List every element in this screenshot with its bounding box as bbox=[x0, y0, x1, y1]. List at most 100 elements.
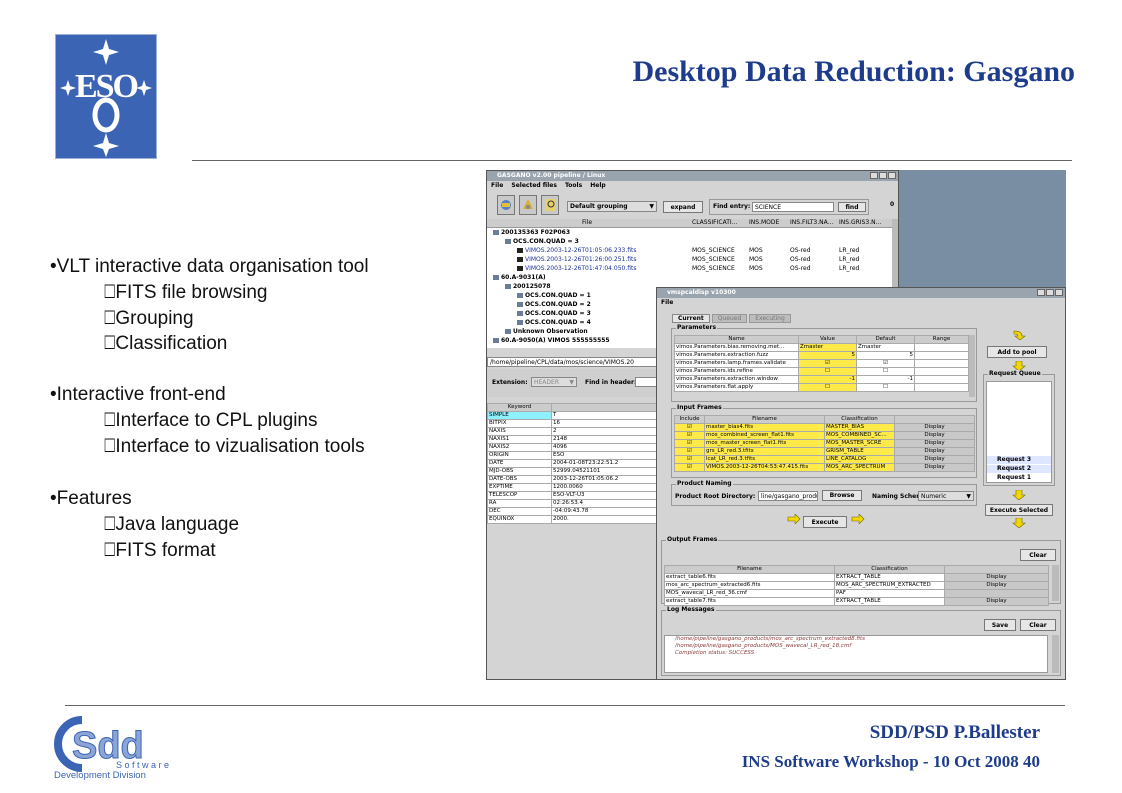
display-button[interactable]: Display bbox=[894, 463, 975, 472]
clear-log-button[interactable]: Clear bbox=[1020, 619, 1056, 631]
header-row[interactable]: MJD-OBS 52999.04521101 bbox=[487, 467, 663, 476]
save-log-button[interactable]: Save bbox=[984, 619, 1016, 631]
params-scrollbar[interactable] bbox=[969, 335, 975, 397]
include-checkbox[interactable]: ☑ bbox=[674, 455, 705, 464]
output-scrollbar[interactable] bbox=[1052, 565, 1059, 601]
tree-node[interactable]: VIMOS.2003-12-26T01:26:00.251.fits MOS_SC… bbox=[487, 255, 892, 264]
include-checkbox[interactable]: ☑ bbox=[674, 439, 705, 448]
queue-item[interactable]: Request 1 bbox=[987, 474, 1051, 482]
display-button[interactable]: Display bbox=[894, 455, 975, 464]
param-cell[interactable]: Zmaster bbox=[798, 343, 857, 352]
maximize-button[interactable] bbox=[1046, 289, 1054, 296]
param-cell[interactable]: -1 bbox=[798, 375, 857, 384]
header-row[interactable]: NAXIS2 4096 bbox=[487, 443, 663, 452]
header-row[interactable]: NAXIS1 2148 bbox=[487, 435, 663, 444]
menu-file[interactable]: File bbox=[661, 299, 673, 306]
close-button[interactable] bbox=[888, 172, 896, 179]
header-row[interactable]: DEC -04:09:43.78 bbox=[487, 507, 663, 516]
tree-node[interactable]: OCS.CON.QUAD = 3 bbox=[487, 237, 892, 246]
add-to-pool-button[interactable]: Add to pool bbox=[987, 346, 1047, 358]
include-checkbox[interactable]: ☑ bbox=[674, 447, 705, 456]
include-checkbox[interactable]: ☑ bbox=[674, 463, 705, 472]
input-frame-row[interactable]: ☑ lcat_LR_red.3.tfits LINE_CATALOG Display bbox=[674, 455, 975, 464]
menu-tools[interactable]: Tools bbox=[565, 182, 582, 189]
col-ins-filt3[interactable]: INS.FILT3.NA... bbox=[790, 219, 833, 226]
output-frame-row[interactable]: extract_table7.fits EXTRACT_TABLE Display bbox=[664, 597, 1049, 606]
tab-queued[interactable]: Queued bbox=[711, 314, 748, 323]
param-row[interactable]: vimos.Parameters.lamp.frames.validate ☑ ☑ bbox=[674, 359, 969, 368]
param-cell[interactable]: ☐ bbox=[798, 367, 857, 376]
grouping-select[interactable]: Default grouping ▼ bbox=[567, 201, 657, 212]
header-row[interactable]: NAXIS 2 bbox=[487, 427, 663, 436]
tool-icon-2[interactable] bbox=[519, 195, 537, 215]
header-row[interactable]: ORIGIN ESO bbox=[487, 451, 663, 460]
menu-file[interactable]: File bbox=[491, 182, 503, 189]
input-frame-row[interactable]: ☑ master_bias4.fits MASTER_BIAS Display bbox=[674, 423, 975, 432]
header-row[interactable]: SIMPLE T bbox=[487, 411, 663, 420]
param-row[interactable]: vimos.Parameters.extraction.fuzz 5 5 bbox=[674, 351, 969, 360]
output-frame-row[interactable]: MOS_wavecal_LR_red_36.cmf PAF bbox=[664, 589, 1049, 598]
display-button[interactable] bbox=[944, 589, 1049, 598]
header-row[interactable]: RA 02:26:53.4 bbox=[487, 499, 663, 508]
display-button[interactable]: Display bbox=[944, 597, 1049, 606]
queue-item[interactable]: Request 2 bbox=[987, 465, 1051, 473]
input-frame-row[interactable]: ☑ VIMOS.2003-12-26T04:53:47.415.fits MOS_A… bbox=[674, 463, 975, 472]
header-row[interactable]: BITPIX 16 bbox=[487, 419, 663, 428]
menu-help[interactable]: Help bbox=[590, 182, 605, 189]
tool-icon-3[interactable] bbox=[541, 195, 559, 215]
param-cell[interactable]: 5 bbox=[798, 351, 857, 360]
tree-node[interactable]: 60.A-9031(A) bbox=[487, 273, 892, 282]
display-button[interactable]: Display bbox=[894, 447, 975, 456]
naming-scheme-select[interactable]: Numeric ▼ bbox=[918, 491, 974, 501]
clear-output-button[interactable]: Clear bbox=[1020, 549, 1056, 561]
col-file[interactable]: File bbox=[582, 219, 592, 226]
minimize-button[interactable] bbox=[1037, 289, 1045, 296]
tree-node[interactable]: VIMOS.2003-12-26T01:47:04.050.fits MOS_SC… bbox=[487, 264, 892, 273]
param-row[interactable]: vimos.Parameters.ids.refine ☐ ☐ bbox=[674, 367, 969, 376]
log-scrollbar[interactable] bbox=[1052, 635, 1059, 673]
tab-current[interactable]: Current bbox=[672, 314, 710, 323]
execute-selected-button[interactable]: Execute Selected bbox=[985, 504, 1053, 516]
include-checkbox[interactable]: ☑ bbox=[674, 431, 705, 440]
input-frame-row[interactable]: ☑ grs_LR_red.3.tfits GRISM_TABLE Display bbox=[674, 447, 975, 456]
param-row[interactable]: vimos.Parameters.bias.removing.met... Zma… bbox=[674, 343, 969, 352]
maximize-button[interactable] bbox=[879, 172, 887, 179]
menu-selected-files[interactable]: Selected files bbox=[511, 182, 557, 189]
header-row[interactable]: DATE-OBS 2003-12-26T01:05:06.2 bbox=[487, 475, 663, 484]
param-cell[interactable]: ☐ bbox=[798, 383, 857, 392]
browse-button[interactable]: Browse bbox=[822, 490, 862, 501]
input-frame-row[interactable]: ☑ mos_master_screen_flat1.fits MOS_MASTER_… bbox=[674, 439, 975, 448]
header-row[interactable]: EXPTIME 1200.0060 bbox=[487, 483, 663, 492]
header-row[interactable]: TELESCOP ESO-VLT-U3 bbox=[487, 491, 663, 500]
find-button[interactable]: find bbox=[838, 202, 866, 212]
queue-item[interactable]: Request 3 bbox=[987, 456, 1051, 464]
tree-node[interactable]: VIMOS.2003-12-26T01:05:06.233.fits MOS_SC… bbox=[487, 246, 892, 255]
display-button[interactable]: Display bbox=[944, 573, 1049, 582]
display-button[interactable]: Display bbox=[894, 431, 975, 440]
header-row[interactable]: DATE 2004-01-08T23:22:51.2 bbox=[487, 459, 663, 468]
param-row[interactable]: vimos.Parameters.extraction.window -1 -1 bbox=[674, 375, 969, 384]
close-button[interactable] bbox=[1055, 289, 1063, 296]
header-row[interactable]: EQUINOX 2000. bbox=[487, 515, 663, 524]
root-directory-input[interactable]: line/gasgano_product bbox=[758, 491, 818, 501]
expand-button[interactable]: expand bbox=[663, 201, 703, 213]
find-entry-input[interactable]: SCIENCE bbox=[752, 202, 834, 212]
display-button[interactable]: Display bbox=[894, 423, 975, 432]
minimize-button[interactable] bbox=[870, 172, 878, 179]
tool-icon-1[interactable] bbox=[497, 195, 515, 215]
display-button[interactable]: Display bbox=[944, 581, 1049, 590]
include-checkbox[interactable]: ☑ bbox=[674, 423, 705, 432]
input-frame-row[interactable]: ☑ mos_combined_screen_flat1.fits MOS_COMBI… bbox=[674, 431, 975, 440]
execute-button[interactable]: Execute bbox=[803, 516, 847, 528]
tab-executing[interactable]: Executing bbox=[749, 314, 791, 323]
output-frame-row[interactable]: extract_table6.fits EXTRACT_TABLE Display bbox=[664, 573, 1049, 582]
display-button[interactable]: Display bbox=[894, 439, 975, 448]
param-cell[interactable]: ☑ bbox=[798, 359, 857, 368]
col-classification[interactable]: CLASSIFICATI... bbox=[692, 219, 737, 226]
keyword-column-header[interactable]: Keyword bbox=[487, 403, 552, 412]
tree-node[interactable]: 200135363 F02P063 bbox=[487, 228, 892, 237]
col-ins-mode[interactable]: INS.MODE bbox=[749, 219, 779, 226]
extension-select[interactable]: HEADER ▼ bbox=[531, 377, 577, 387]
output-frame-row[interactable]: mos_arc_spectrum_extracted6.fits MOS_ARC_… bbox=[664, 581, 1049, 590]
param-row[interactable]: vimos.Parameters.flat.apply ☐ ☐ bbox=[674, 383, 969, 392]
